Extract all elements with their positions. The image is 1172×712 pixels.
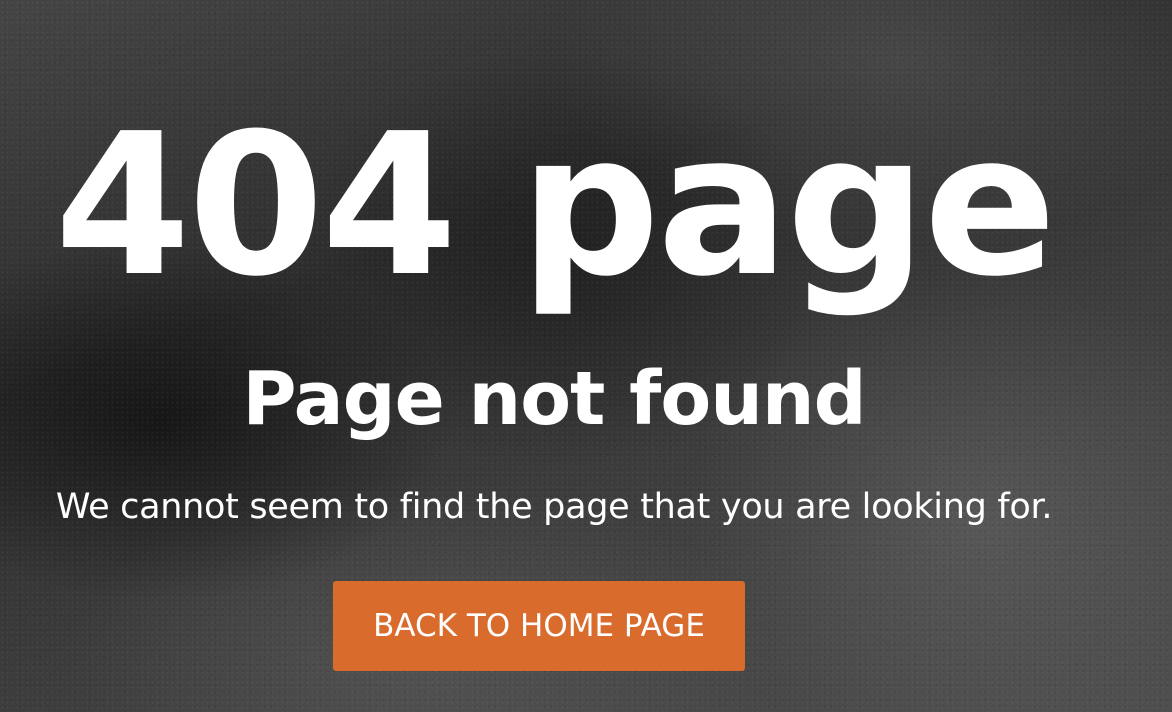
error-code-title: 404 page <box>54 92 1056 320</box>
back-to-home-button[interactable]: BACK TO HOME PAGE <box>333 581 745 671</box>
page-not-found-heading: Page not found <box>242 356 866 442</box>
error-message: We cannot seem to find the page that you… <box>55 487 1053 527</box>
